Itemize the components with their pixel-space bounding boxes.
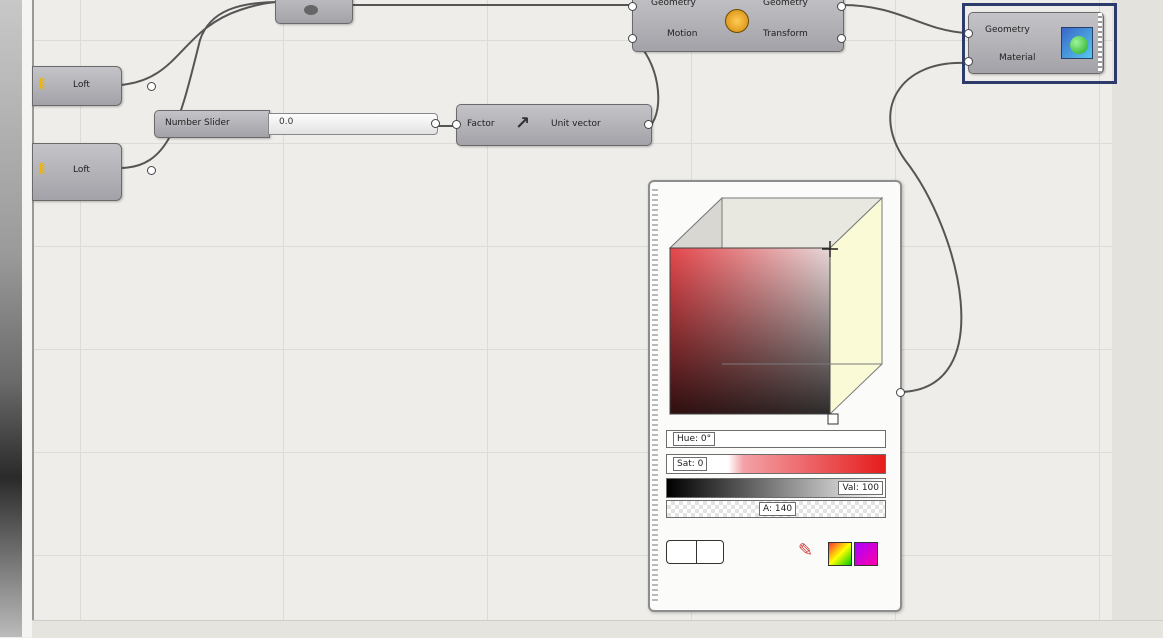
move-icon xyxy=(725,9,749,33)
colour-preview[interactable] xyxy=(666,538,724,564)
slider-value: 0.0 xyxy=(279,117,294,127)
move-geometry-output-port[interactable] xyxy=(837,2,846,11)
loft-label: Loft xyxy=(73,80,90,90)
factor-label: Factor xyxy=(467,119,495,129)
number-slider-component[interactable]: Number Slider xyxy=(154,110,270,138)
unit-vector-component[interactable]: Factor ↗ Unit vector xyxy=(452,104,653,146)
move-transform-output-port[interactable] xyxy=(837,34,846,43)
hue-slider[interactable]: Hue: 0° xyxy=(666,430,886,448)
saturation-slider[interactable]: Sat: 0 xyxy=(666,454,886,474)
grasshopper-canvas[interactable]: ⦚⦚ Loft ⦚⦚ Loft Number Slider 0.0 Factor… xyxy=(0,0,1163,638)
loft-icon: ⦚⦚ xyxy=(39,162,45,178)
loft-component-bottom[interactable]: ⦚⦚ Loft xyxy=(32,143,156,201)
colour-picker[interactable]: Hue: 0° Sat: 0 Val: 100 A: 140 ✎ xyxy=(658,186,892,606)
wire-move-preview xyxy=(841,4,967,34)
move-geometry-input-port[interactable] xyxy=(628,2,637,11)
move-motion-input-port[interactable] xyxy=(628,34,637,43)
wires xyxy=(119,1,967,393)
unit-vector-label: Unit vector xyxy=(551,119,601,129)
preview-material-label: Material xyxy=(999,53,1036,63)
move-component[interactable]: Geometry Motion Geometry Transform xyxy=(628,0,846,52)
slider-output-port[interactable] xyxy=(431,119,440,128)
loft-output-port[interactable] xyxy=(147,166,156,175)
vector-icon: ↗ xyxy=(515,113,531,134)
number-slider-track[interactable]: 0.0 xyxy=(268,113,440,135)
colour-cube[interactable] xyxy=(658,186,892,426)
sat-label: Sat: 0 xyxy=(673,457,708,471)
swatch-output-port[interactable] xyxy=(896,388,905,397)
loft-component-top[interactable]: ⦚⦚ Loft xyxy=(32,66,156,106)
loft-output-port[interactable] xyxy=(147,82,156,91)
eyedropper-icon[interactable]: ✎ xyxy=(798,540,813,561)
alpha-label: A: 140 xyxy=(759,502,797,516)
colour-wheel-icon[interactable] xyxy=(828,542,852,566)
alpha-slider[interactable]: A: 140 xyxy=(666,500,886,518)
transform-component-partial[interactable] xyxy=(275,0,353,24)
val-label: Val: 100 xyxy=(838,481,883,495)
preview-geometry-label: Geometry xyxy=(985,25,1030,35)
colour-swatch-component[interactable]: Hue: 0° Sat: 0 Val: 100 A: 140 ✎ xyxy=(648,180,905,612)
previous-colour-swatch xyxy=(666,540,697,564)
component-edge xyxy=(1098,13,1102,71)
hue-label: Hue: 0° xyxy=(673,432,716,446)
palette-icon[interactable] xyxy=(854,542,878,566)
preview-icon xyxy=(1061,27,1093,59)
preview-material-input-port[interactable] xyxy=(964,57,973,66)
move-motion-input-label: Motion xyxy=(667,29,698,39)
move-geometry-input-label: Geometry xyxy=(651,0,696,8)
current-colour-swatch xyxy=(696,540,724,564)
wire-loft-bottom xyxy=(119,1,281,169)
loft-icon: ⦚⦚ xyxy=(39,77,45,93)
move-transform-output-label: Transform xyxy=(763,29,808,39)
value-slider[interactable]: Val: 100 xyxy=(666,478,886,498)
component-icon xyxy=(304,5,318,15)
preview-geometry-input-port[interactable] xyxy=(964,29,973,38)
unit-vector-output-port[interactable] xyxy=(644,120,653,129)
preview-sphere-icon xyxy=(1070,36,1088,54)
move-geometry-output-label: Geometry xyxy=(763,0,808,8)
number-slider-label: Number Slider xyxy=(165,118,230,128)
factor-input-port[interactable] xyxy=(452,120,461,129)
custom-preview-component[interactable]: Geometry Material xyxy=(964,12,1104,74)
loft-label: Loft xyxy=(73,165,90,175)
